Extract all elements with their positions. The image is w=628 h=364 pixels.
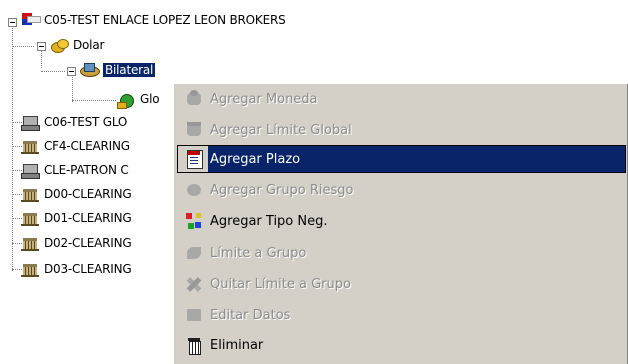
- menu-item-agregar-tipo-neg[interactable]: Agregar Tipo Neg.: [178, 208, 625, 234]
- coin-stack-icon: [184, 89, 204, 109]
- computer-icon: [20, 113, 40, 131]
- risk-group-icon: [184, 180, 204, 200]
- tree-node-cf4[interactable]: CF4-CLEARING: [20, 136, 130, 156]
- expander-c05[interactable]: [8, 18, 17, 27]
- computer-icon: [20, 161, 40, 179]
- tree-node-label: D02-CLEARING: [44, 236, 132, 250]
- flag-icon: [20, 11, 41, 29]
- menu-item-label: Agregar Límite Global: [210, 122, 352, 138]
- coins-icon: [49, 36, 69, 54]
- tree-node-label: C06-TEST GLO: [44, 115, 128, 129]
- remove-icon: [184, 274, 204, 294]
- tree-node-label: Glo: [140, 92, 160, 106]
- tree-node-label: C05-TEST ENLACE LOPEZ LEON BROKERS: [44, 13, 286, 27]
- bank-icon: [20, 234, 40, 252]
- menu-item-label: Eliminar: [210, 337, 264, 353]
- money-bag-icon: [116, 90, 136, 109]
- menu-item-label: Agregar Grupo Riesgo: [210, 182, 354, 198]
- menu-item-editar-datos[interactable]: Editar Datos: [178, 302, 625, 328]
- tree-node-d01[interactable]: D01-CLEARING: [20, 208, 132, 228]
- edit-icon: [184, 305, 204, 325]
- menu-item-label: Agregar Moneda: [210, 91, 318, 107]
- expander-dolar[interactable]: [37, 42, 46, 51]
- bank-icon: [20, 260, 40, 278]
- menu-item-agregar-grupo-riesgo[interactable]: Agregar Grupo Riesgo: [178, 177, 625, 203]
- bank-icon: [20, 137, 40, 155]
- tree-node-d00[interactable]: D00-CLEARING: [20, 184, 132, 204]
- menu-item-agregar-moneda[interactable]: Agregar Moneda: [178, 86, 625, 112]
- menu-item-agregar-plazo[interactable]: Agregar Plazo: [177, 145, 626, 173]
- tree-node-d03[interactable]: D03-CLEARING: [20, 259, 132, 279]
- arrow-icon: [184, 243, 204, 263]
- tree-node-d02[interactable]: D02-CLEARING: [20, 233, 132, 253]
- network-icon: [184, 211, 204, 231]
- tree-node-label: Bilateral: [101, 62, 157, 78]
- tree-node-dolar[interactable]: Dolar: [49, 35, 104, 55]
- money-icon: [79, 61, 100, 79]
- menu-item-agregar-limite-global[interactable]: Agregar Límite Global: [178, 117, 625, 143]
- tree-node-label: CF4-CLEARING: [44, 139, 130, 153]
- tree-node-label: Dolar: [73, 38, 105, 52]
- expander-bilateral[interactable]: [67, 67, 76, 76]
- tree-node-label: D03-CLEARING: [44, 262, 132, 276]
- tree-node-label: D01-CLEARING: [44, 211, 132, 225]
- menu-item-label: Agregar Tipo Neg.: [210, 213, 328, 229]
- tree-node-c05[interactable]: C05-TEST ENLACE LOPEZ LEON BROKERS: [20, 10, 286, 30]
- tree-node-label: CLE-PATRON C: [44, 163, 129, 177]
- menu-item-label: Agregar Plazo: [210, 151, 301, 167]
- tree-node-glo[interactable]: Glo: [116, 89, 160, 109]
- calendar-icon: [184, 149, 204, 169]
- menu-item-limite-a-grupo[interactable]: Límite a Grupo: [178, 240, 625, 266]
- trash-icon: [184, 335, 204, 355]
- bank-icon: [184, 120, 204, 140]
- menu-item-label: Quitar Límite a Grupo: [210, 276, 351, 292]
- bank-icon: [20, 209, 40, 227]
- menu-item-label: Límite a Grupo: [210, 245, 307, 261]
- tree-node-label: D00-CLEARING: [44, 187, 132, 201]
- menu-item-quitar-limite-a-grupo[interactable]: Quitar Límite a Grupo: [178, 271, 625, 297]
- context-menu[interactable]: Agregar Moneda Agregar Límite Global Agr…: [173, 83, 627, 364]
- tree-node-c06[interactable]: C06-TEST GLO: [20, 112, 127, 132]
- tree-node-bilateral[interactable]: Bilateral: [79, 60, 157, 80]
- menu-item-eliminar[interactable]: Eliminar: [178, 332, 625, 358]
- tree-node-cle[interactable]: CLE-PATRON C: [20, 160, 129, 180]
- bank-icon: [20, 185, 40, 203]
- menu-item-label: Editar Datos: [210, 307, 291, 323]
